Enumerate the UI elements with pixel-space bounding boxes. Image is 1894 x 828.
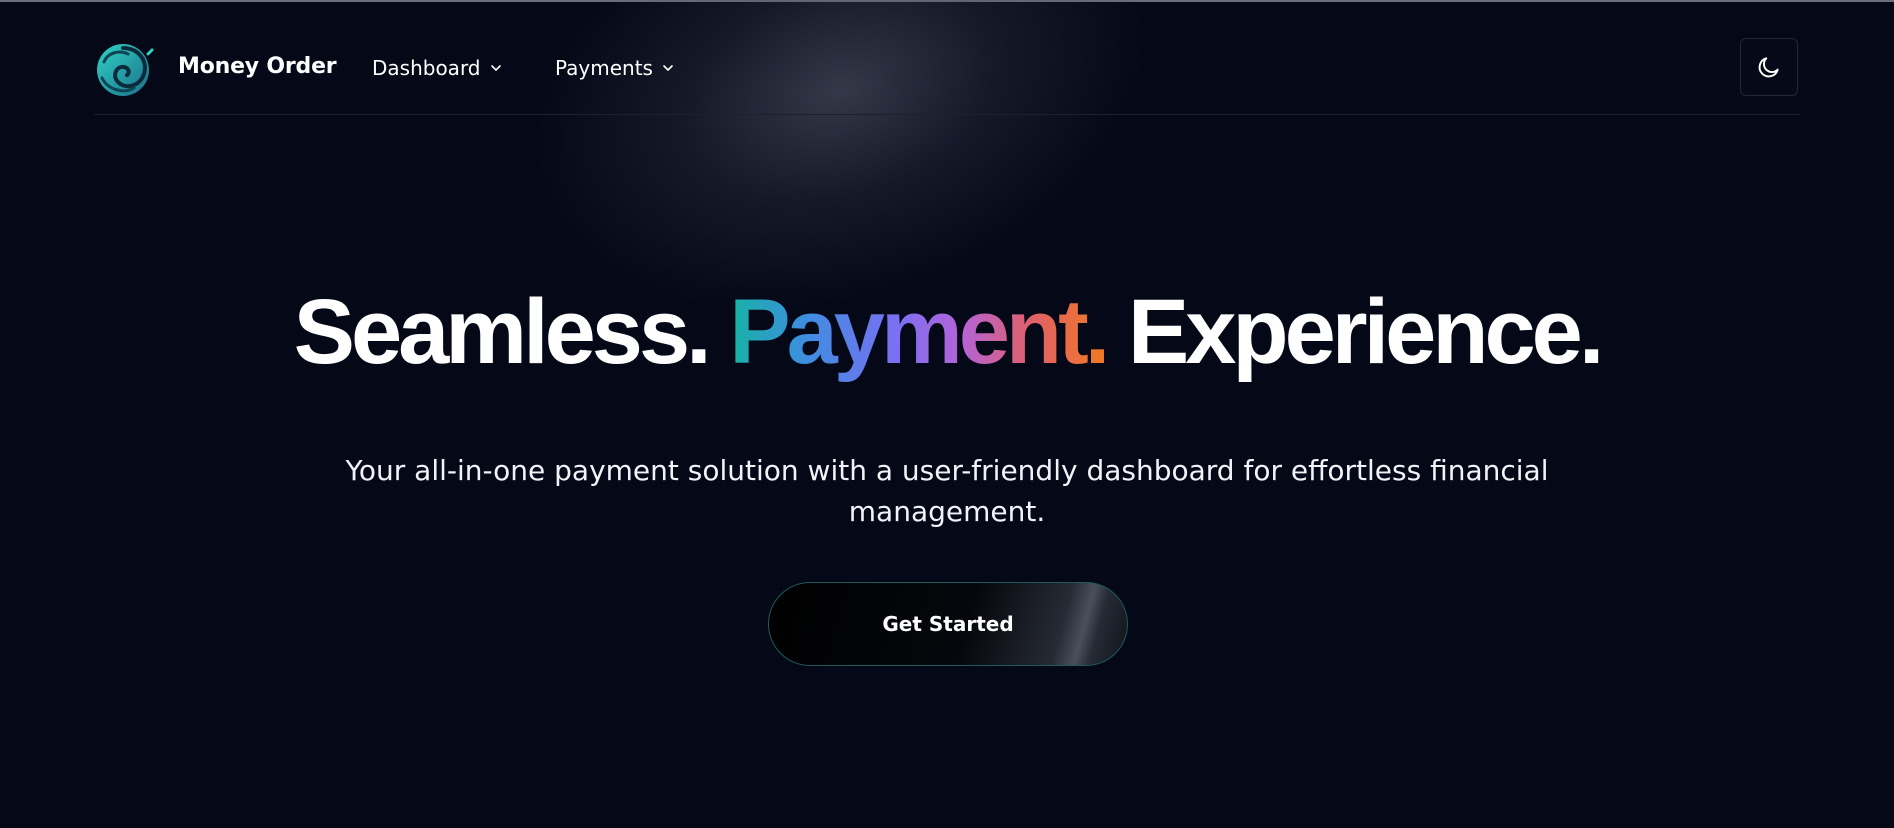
nav-payments[interactable]: Payments xyxy=(555,56,675,80)
hero-title-part1: Seamless. xyxy=(293,281,712,383)
swirl-logo-icon[interactable] xyxy=(94,42,154,98)
navbar: Money Order Dashboard Payments xyxy=(94,2,1800,115)
nav-payments-label: Payments xyxy=(555,56,653,80)
chevron-down-icon xyxy=(490,65,501,71)
chevron-down-icon xyxy=(663,65,673,71)
moon-icon xyxy=(1758,57,1779,78)
hero-title-part3: Experience. xyxy=(1127,281,1605,383)
nav-dashboard[interactable]: Dashboard xyxy=(372,56,503,80)
get-started-button[interactable]: Get Started xyxy=(768,582,1128,666)
hero-title: Seamless. Payment. Experience. xyxy=(0,282,1894,382)
hero-subtitle: Your all-in-one payment solution with a … xyxy=(345,454,1549,528)
hero-title-highlight: Payment. xyxy=(729,281,1110,383)
brand-name[interactable]: Money Order xyxy=(178,54,337,79)
landing-page: Money Order Dashboard Payments Seamless.… xyxy=(0,0,1894,828)
nav-dashboard-label: Dashboard xyxy=(372,56,481,80)
theme-toggle-button[interactable] xyxy=(1740,38,1798,96)
